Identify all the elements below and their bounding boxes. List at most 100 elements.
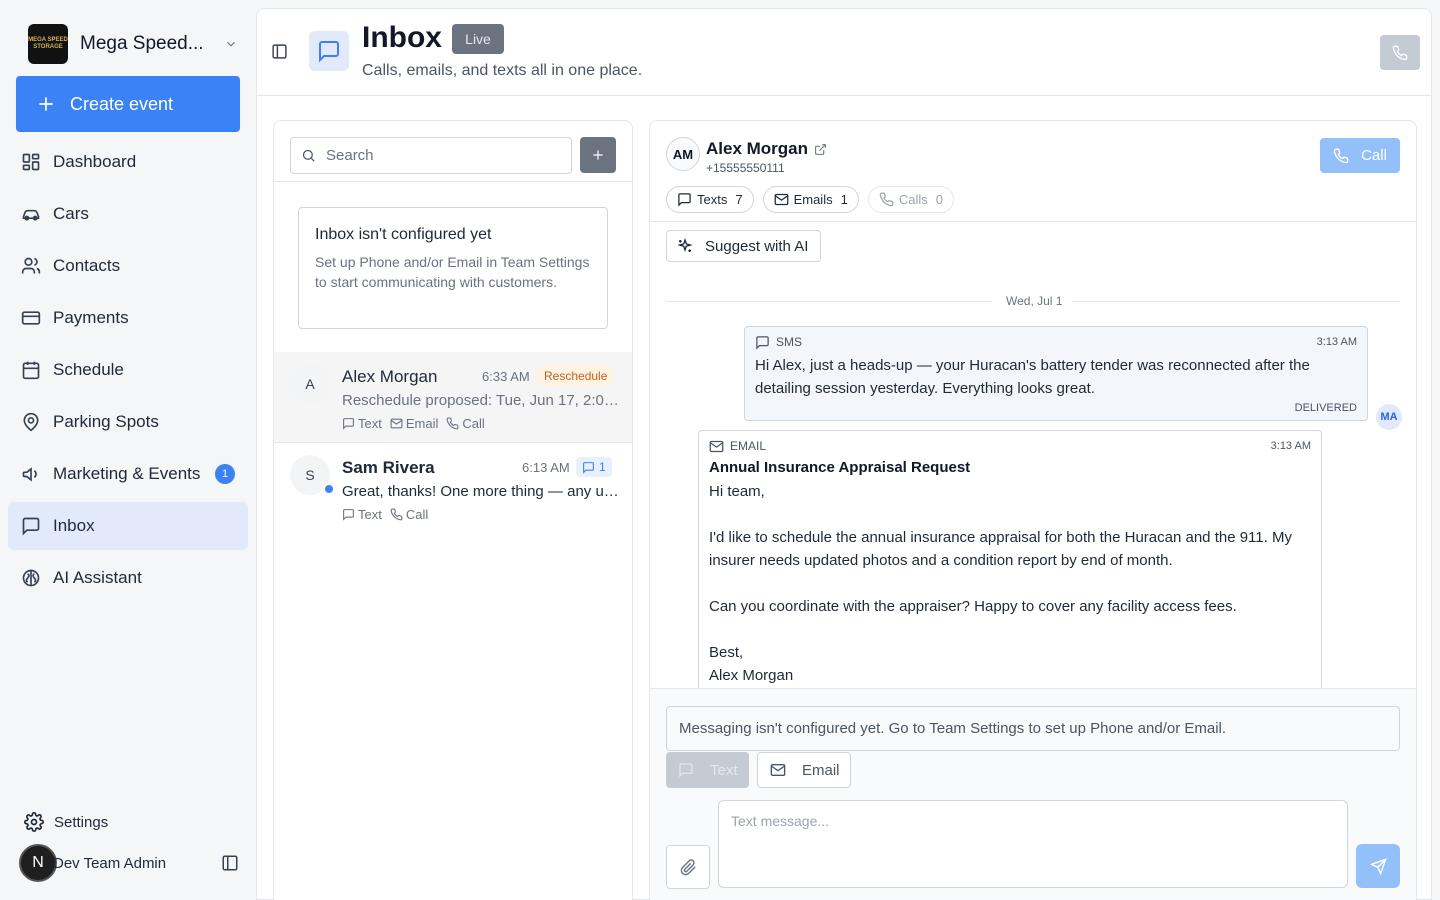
phone-icon [1392, 45, 1408, 60]
sidebar-collapse-icon[interactable] [221, 854, 239, 872]
message-channel: SMS [776, 335, 803, 349]
message-icon [756, 335, 769, 350]
text-mode-button[interactable]: Text [666, 752, 749, 788]
sidebar-item-inbox[interactable]: Inbox [8, 502, 248, 550]
texts-filter-chip[interactable]: Texts 7 [666, 186, 754, 213]
sidebar-item-label: Contacts [53, 256, 121, 275]
create-event-label: Create event [70, 93, 174, 114]
phone-icon [390, 508, 403, 521]
message-text: Hi Alex, just a heads-up — your Huracan'… [755, 357, 1310, 397]
org-name: Mega Speed... [80, 33, 204, 54]
sidebar-item-label: Cars [53, 204, 89, 223]
page-subtitle: Calls, emails, and texts all in one plac… [362, 62, 643, 79]
sidebar-toggle-icon[interactable] [271, 43, 288, 60]
mail-icon [770, 764, 786, 776]
chip-label: Emails [793, 192, 833, 207]
date-separator: Wed, Jul 1 [666, 294, 1400, 308]
sidebar-item-label: Marketing & Events [53, 464, 201, 483]
plus-icon [39, 97, 53, 111]
channel-call: Call [390, 507, 428, 522]
conversation-channels: Text Call [342, 507, 436, 522]
message-icon [343, 418, 354, 430]
email-body: Hi team, I'd like to schedule the annual… [709, 483, 1292, 684]
message-icon [678, 193, 691, 207]
sidebar-item-settings[interactable]: Settings [24, 812, 108, 832]
card-icon [21, 311, 41, 325]
search-input[interactable]: Search [290, 137, 572, 174]
chip-count: 0 [935, 192, 943, 207]
email-message: EMAIL 3:13 AM Annual Insurance Appraisal… [698, 430, 1322, 710]
mail-icon [774, 193, 788, 206]
message-composer: Messaging isn't configured yet. Go to Te… [650, 688, 1416, 900]
map-pin-icon [23, 412, 39, 432]
main-content: Inbox Live Calls, emails, and texts all … [256, 8, 1432, 900]
user-menu[interactable]: N Dev Team Admin [19, 843, 239, 883]
separator-line [666, 301, 992, 302]
conversation-item[interactable]: A Alex Morgan 6:33 AM Reschedule Resched… [274, 352, 632, 442]
mode-label: Email [802, 761, 840, 779]
user-name: Dev Team Admin [53, 854, 167, 872]
channel-label: Text [358, 416, 382, 431]
sidebar-item-label: Dashboard [53, 152, 137, 171]
call-button[interactable]: Call [1320, 138, 1400, 173]
sidebar-item-label: Schedule [53, 360, 124, 379]
sidebar-item-dashboard[interactable]: Dashboard [8, 138, 248, 186]
org-logo: MEGA SPEED STORAGE [28, 24, 68, 64]
avatar: AM [666, 137, 700, 171]
call-label: Call [1361, 147, 1387, 164]
calls-filter-chip[interactable]: Calls 0 [867, 186, 954, 213]
contact-name-link[interactable]: Alex Morgan [706, 139, 827, 159]
conversation-item[interactable]: S Sam Rivera 6:13 AM 1 Great, thanks! On… [274, 443, 632, 533]
email-subject: Annual Insurance Appraisal Request [709, 459, 971, 476]
date-label: Wed, Jul 1 [1006, 294, 1063, 308]
conversation-preview: Great, thanks! One more thing — any upda… [342, 483, 620, 500]
message-channel: EMAIL [730, 439, 767, 453]
notice-body: Set up Phone and/or Email in Team Settin… [315, 254, 590, 290]
contact-name: Alex Morgan [706, 139, 809, 158]
sidebar-item-contacts[interactable]: Contacts [8, 242, 248, 290]
email-mode-button[interactable]: Email [757, 752, 851, 788]
conversation-preview: Reschedule proposed: Tue, Jun 17, 2:00 P… [342, 392, 620, 409]
phone-icon [1333, 148, 1349, 163]
page-title: Inbox [362, 21, 442, 54]
org-switcher[interactable]: MEGA SPEED STORAGE Mega Speed... [28, 24, 238, 64]
create-event-button[interactable]: Create event [16, 76, 240, 132]
divider [650, 221, 1416, 222]
emails-filter-chip[interactable]: Emails 1 [762, 186, 859, 213]
notification-badge: 1 [215, 464, 235, 484]
messaging-warning: Messaging isn't configured yet. Go to Te… [666, 706, 1400, 751]
phone-button[interactable] [1380, 35, 1420, 70]
sidebar-item-schedule[interactable]: Schedule [8, 346, 248, 394]
sidebar-item-cars[interactable]: Cars [8, 190, 248, 238]
suggest-ai-button[interactable]: Suggest with AI [666, 230, 821, 262]
sms-message: SMS 3:13 AM Hi Alex, just a heads-up — y… [744, 326, 1368, 421]
sidebar-item-parking-spots[interactable]: Parking Spots [8, 398, 248, 446]
phone-icon [446, 417, 459, 430]
search-placeholder: Search [326, 147, 374, 164]
message-input[interactable] [718, 800, 1348, 888]
sidebar-item-marketing-events[interactable]: Marketing & Events 1 [8, 450, 248, 498]
send-button[interactable] [1356, 844, 1400, 888]
conversation-time: 6:33 AM [482, 369, 530, 384]
channel-label: Email [405, 416, 439, 431]
attach-button[interactable] [666, 845, 710, 889]
reschedule-tag: Reschedule [536, 366, 616, 386]
new-conversation-button[interactable] [580, 137, 616, 173]
chip-count: 1 [840, 192, 848, 207]
message-icon [22, 517, 40, 536]
separator-line [1072, 301, 1400, 302]
page-header: Inbox Live Calls, emails, and texts all … [257, 9, 1431, 96]
sidebar-item-label: Payments [53, 308, 129, 327]
sidebar-item-label: Parking Spots [53, 412, 159, 431]
setup-notice: Inbox isn't configured yet Set up Phone … [298, 207, 608, 329]
send-icon [1369, 857, 1387, 875]
message-icon [319, 41, 339, 63]
channel-email: Email [390, 416, 439, 431]
channel-label: Call [405, 507, 429, 522]
sidebar-item-ai-assistant[interactable]: AI Assistant [8, 554, 248, 602]
notice-title: Inbox isn't configured yet [315, 226, 492, 243]
chevron-down-icon [227, 41, 235, 47]
sender-avatar: MA [1376, 404, 1402, 430]
avatar: N [19, 844, 57, 882]
sidebar-item-payments[interactable]: Payments [8, 294, 248, 342]
